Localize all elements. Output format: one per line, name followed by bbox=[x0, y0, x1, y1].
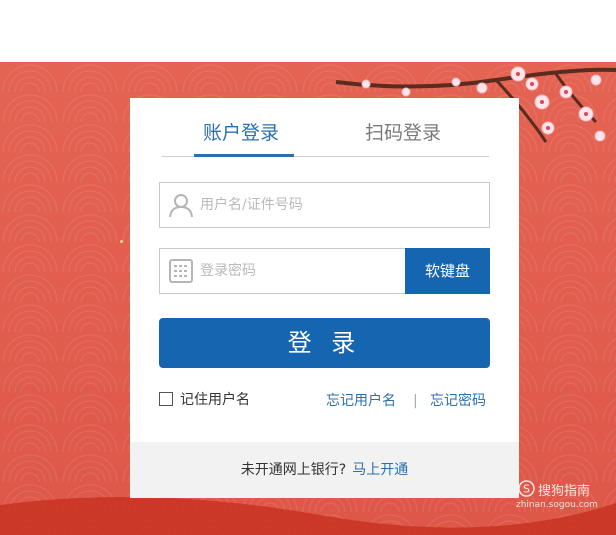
open-now-link[interactable]: 马上开通 bbox=[352, 462, 408, 478]
login-button[interactable]: 登 录 bbox=[159, 318, 490, 368]
remember-username-checkbox[interactable] bbox=[159, 392, 173, 406]
watermark-brand: 搜狗指南 bbox=[538, 484, 591, 499]
user-icon bbox=[169, 194, 193, 218]
link-separator: | bbox=[413, 393, 418, 409]
sogou-watermark: S 搜狗指南 zhinan.sogou.com bbox=[516, 478, 612, 514]
signup-footer: 未开通网上银行? 马上开通 bbox=[130, 442, 519, 498]
username-field bbox=[159, 182, 490, 228]
username-input[interactable] bbox=[200, 183, 485, 227]
password-input[interactable] bbox=[200, 249, 400, 293]
keypad-icon bbox=[169, 259, 193, 283]
password-field: 软键盘 bbox=[159, 248, 490, 294]
login-panel: 账户登录 扫码登录 软键盘 登 录 记住用户名 忘记用户名 | 忘记密码 未开通… bbox=[130, 98, 519, 498]
soft-keyboard-button[interactable]: 软键盘 bbox=[405, 248, 490, 294]
sparkle-dot bbox=[120, 240, 123, 243]
tab-qr-login[interactable]: 扫码登录 bbox=[365, 118, 441, 148]
remember-username-label[interactable]: 记住用户名 bbox=[180, 391, 250, 409]
tab-account-login[interactable]: 账户登录 bbox=[203, 118, 279, 148]
forgot-password-link[interactable]: 忘记密码 bbox=[430, 392, 486, 410]
signup-prompt: 未开通网上银行? bbox=[240, 462, 347, 478]
active-tab-indicator bbox=[194, 154, 294, 157]
sogou-logo-icon: S bbox=[518, 480, 535, 497]
forgot-username-link[interactable]: 忘记用户名 bbox=[326, 392, 396, 410]
top-blank-area bbox=[0, 0, 616, 62]
watermark-url: zhinan.sogou.com bbox=[516, 500, 598, 510]
svg-text:S: S bbox=[523, 483, 530, 496]
